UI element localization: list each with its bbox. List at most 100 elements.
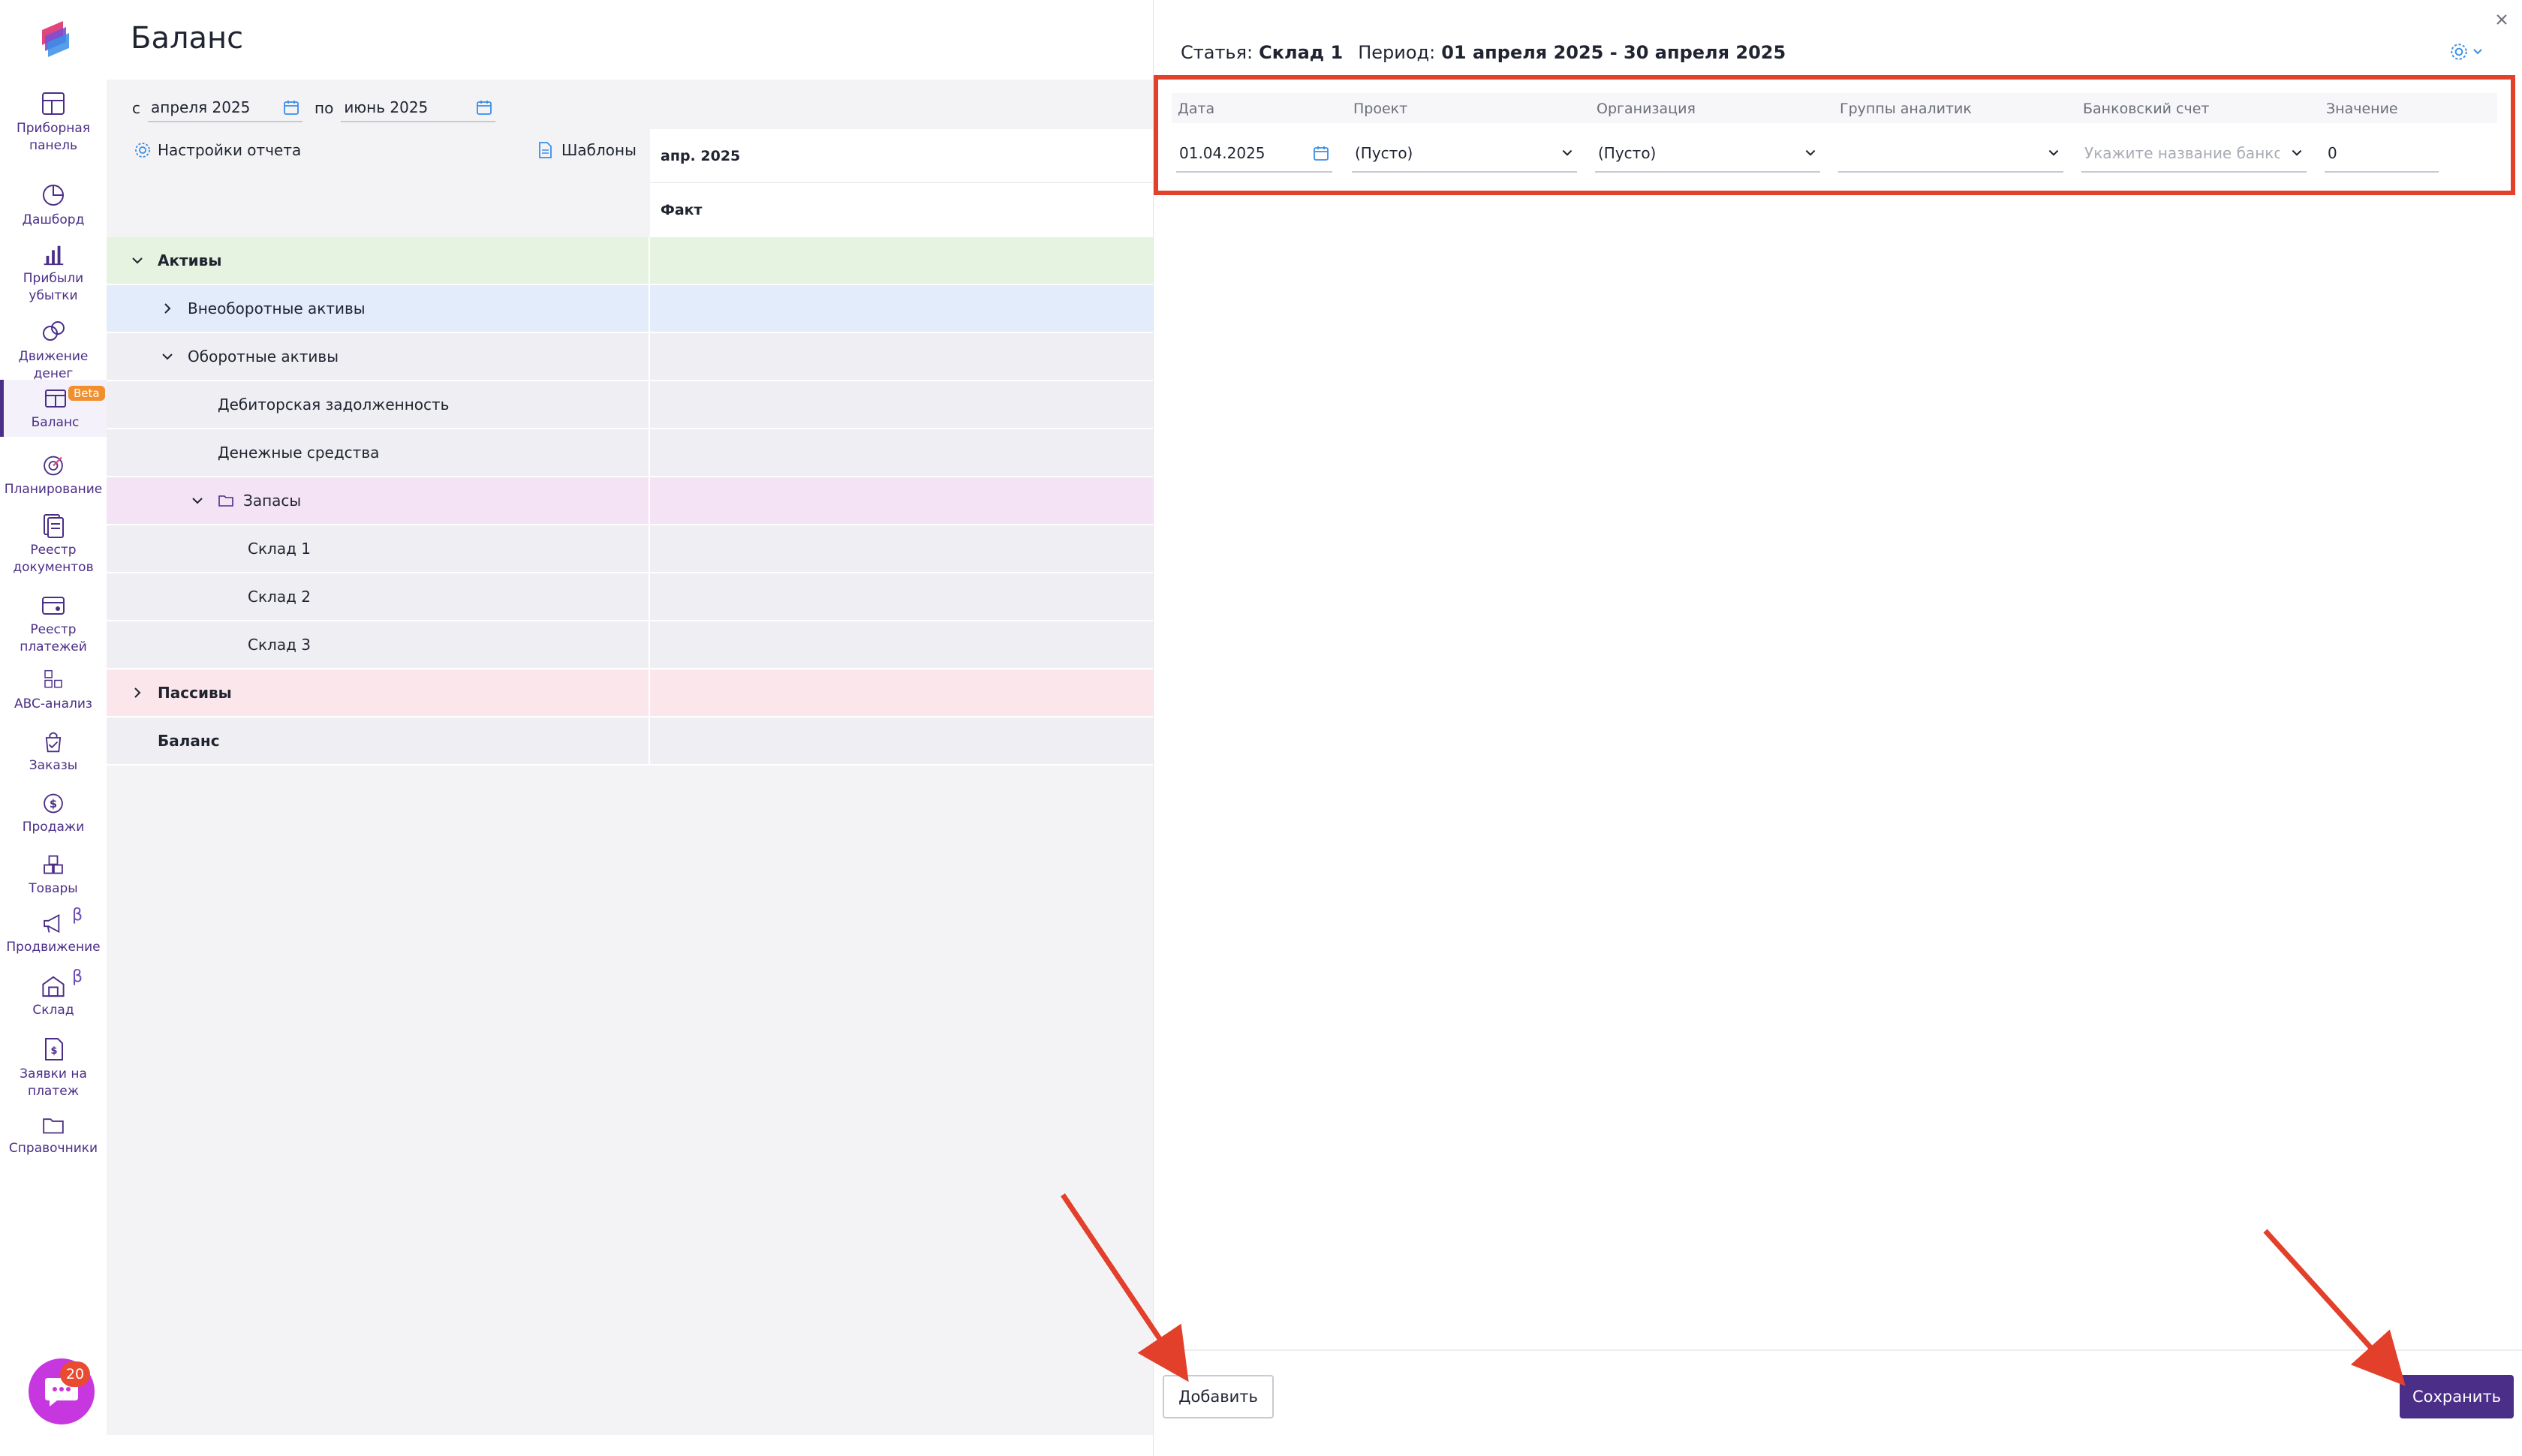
sidebar-item-3[interactable]: Движение денег [0, 314, 107, 383]
chevron-down-icon[interactable] [129, 252, 146, 269]
save-button[interactable]: Сохранить [2400, 1375, 2514, 1418]
gear-icon [135, 143, 150, 158]
report-settings-button[interactable]: Настройки отчета [134, 141, 301, 159]
table-row[interactable]: Денежные средства [107, 429, 1153, 477]
value-input[interactable]: 0 [2325, 135, 2439, 173]
panel-settings-button[interactable] [2449, 42, 2484, 62]
sidebar-item-11[interactable]: Товары [0, 848, 107, 898]
sidebar-item-0[interactable]: Приборная панель [0, 86, 107, 155]
row-value-cell[interactable] [650, 333, 1153, 380]
table-row[interactable]: Дебиторская задолженность [107, 381, 1153, 429]
balance-icon [44, 390, 66, 408]
chevron-down-icon [1805, 149, 1816, 156]
sidebar-item-4[interactable]: Баланс Beta [0, 380, 107, 437]
row-value-cell[interactable] [650, 621, 1153, 668]
column-header-fact: Факт [650, 183, 1153, 237]
header-date: Дата [1178, 101, 1215, 117]
row-value-cell[interactable] [650, 285, 1153, 332]
period-value: 01 апреля 2025 - 30 апреля 2025 [1441, 42, 1786, 63]
row-value-cell[interactable] [650, 237, 1153, 284]
sidebar-item-10[interactable]: $ Продажи [0, 787, 107, 836]
panel-title: Статья: Склад 1 Период: 01 апреля 2025 -… [1181, 42, 1786, 63]
close-icon[interactable] [2494, 12, 2509, 27]
sidebar-item-12[interactable]: Продвижение β [0, 907, 107, 956]
pie-chart-icon [43, 185, 64, 206]
table-row[interactable]: Склад 3 [107, 621, 1153, 669]
article-label: Статья: [1181, 42, 1253, 63]
sidebar-item-label: Заказы [29, 758, 78, 773]
app-logo-icon[interactable] [38, 20, 71, 59]
organization-select[interactable]: (Пусто) [1595, 135, 1820, 173]
dashboard-panel-icon [42, 92, 65, 115]
organization-value: (Пусто) [1598, 144, 1657, 162]
table-row[interactable]: Склад 2 [107, 573, 1153, 621]
table-row[interactable]: Баланс [107, 717, 1153, 766]
row-value-cell[interactable] [650, 525, 1153, 572]
period-filter: с апреля 2025 по июнь 2025 [132, 93, 496, 123]
row-label: Активы [158, 251, 222, 269]
row-name-cell: Баланс [107, 717, 650, 764]
row-name-cell: Склад 1 [107, 525, 650, 572]
row-name-cell: Внеоборотные активы [107, 285, 650, 332]
row-value-cell[interactable] [650, 717, 1153, 764]
sidebar-item-14[interactable]: $ Заявки на платеж [0, 1031, 107, 1103]
chevron-down-icon [2048, 149, 2059, 156]
beta-badge: Beta [68, 386, 105, 401]
row-label: Склад 3 [248, 636, 311, 654]
table-row[interactable]: Оборотные активы [107, 333, 1153, 381]
row-label: Пассивы [158, 684, 232, 702]
target-icon [44, 456, 63, 476]
row-value-cell[interactable] [650, 381, 1153, 428]
chevron-down-icon [2292, 149, 2302, 156]
table-row[interactable]: Склад 1 [107, 525, 1153, 573]
payment-request-icon: $ [45, 1038, 63, 1060]
sidebar-item-1[interactable]: Дашборд [0, 177, 107, 230]
sidebar-item-5[interactable]: Планирование [0, 449, 107, 498]
templates-button[interactable]: Шаблоны [537, 141, 637, 159]
project-select[interactable]: (Пусто) [1352, 135, 1577, 173]
form-header-row: Дата Проект Организация Группы аналитик … [1172, 93, 2497, 123]
bank-account-select[interactable]: Укажите название банковс [2081, 135, 2307, 173]
period-from-picker[interactable]: апреля 2025 [148, 94, 302, 122]
row-value-cell[interactable] [650, 477, 1153, 524]
chevron-down-icon[interactable] [189, 492, 206, 509]
chevron-right-icon[interactable] [129, 684, 146, 701]
period-to-picker[interactable]: июнь 2025 [341, 94, 496, 122]
table-row[interactable]: Внеоборотные активы [107, 285, 1153, 333]
bar-chart-icon [44, 245, 64, 266]
sidebar-item-7[interactable]: Реестр платежей [0, 587, 107, 659]
row-value-cell[interactable] [650, 429, 1153, 476]
column-header-month: апр. 2025 [650, 129, 1153, 183]
orders-bag-icon [45, 732, 62, 753]
row-value-cell[interactable] [650, 573, 1153, 620]
documents-registry-icon [44, 514, 64, 538]
sidebar-item-9[interactable]: Заказы [0, 725, 107, 775]
sidebar-item-label: Продажи [22, 820, 85, 835]
sidebar-item-label: Планирование [4, 482, 103, 497]
sidebar-item-8[interactable]: ABC-анализ [0, 663, 107, 713]
table-row[interactable]: Пассивы [107, 669, 1153, 717]
chevron-right-icon[interactable] [159, 300, 176, 317]
sidebar-item-label: Реестр платежей [20, 622, 87, 654]
analytics-groups-select[interactable] [1838, 135, 2063, 173]
table-row[interactable]: Запасы [107, 477, 1153, 525]
sidebar-item-2[interactable]: Прибыли убытки [0, 237, 107, 305]
gear-icon [2451, 44, 2467, 60]
sidebar-item-label: Приборная панель [16, 121, 91, 153]
date-field[interactable]: 01.04.2025 [1176, 135, 1332, 173]
row-label: Запасы [243, 492, 302, 510]
sidebar-item-13[interactable]: Склад β [0, 968, 107, 1019]
chevron-down-icon[interactable] [159, 348, 176, 365]
balance-table: Активы Внеоборотные активы Оборотные актив… [107, 237, 1153, 766]
sidebar-item-label: Прибыли убытки [23, 271, 84, 303]
warehouse-icon [42, 976, 65, 997]
header-project: Проект [1353, 101, 1408, 117]
row-value-cell[interactable] [650, 669, 1153, 716]
header-value: Значение [2326, 101, 2398, 117]
table-row[interactable]: Активы [107, 237, 1153, 285]
row-name-cell: Денежные средства [107, 429, 650, 476]
sidebar-item-6[interactable]: Реестр документов [0, 507, 107, 581]
add-button[interactable]: Добавить [1163, 1375, 1274, 1418]
sidebar-item-15[interactable]: Справочники [0, 1108, 107, 1157]
sidebar-item-label: Справочники [8, 1141, 98, 1156]
